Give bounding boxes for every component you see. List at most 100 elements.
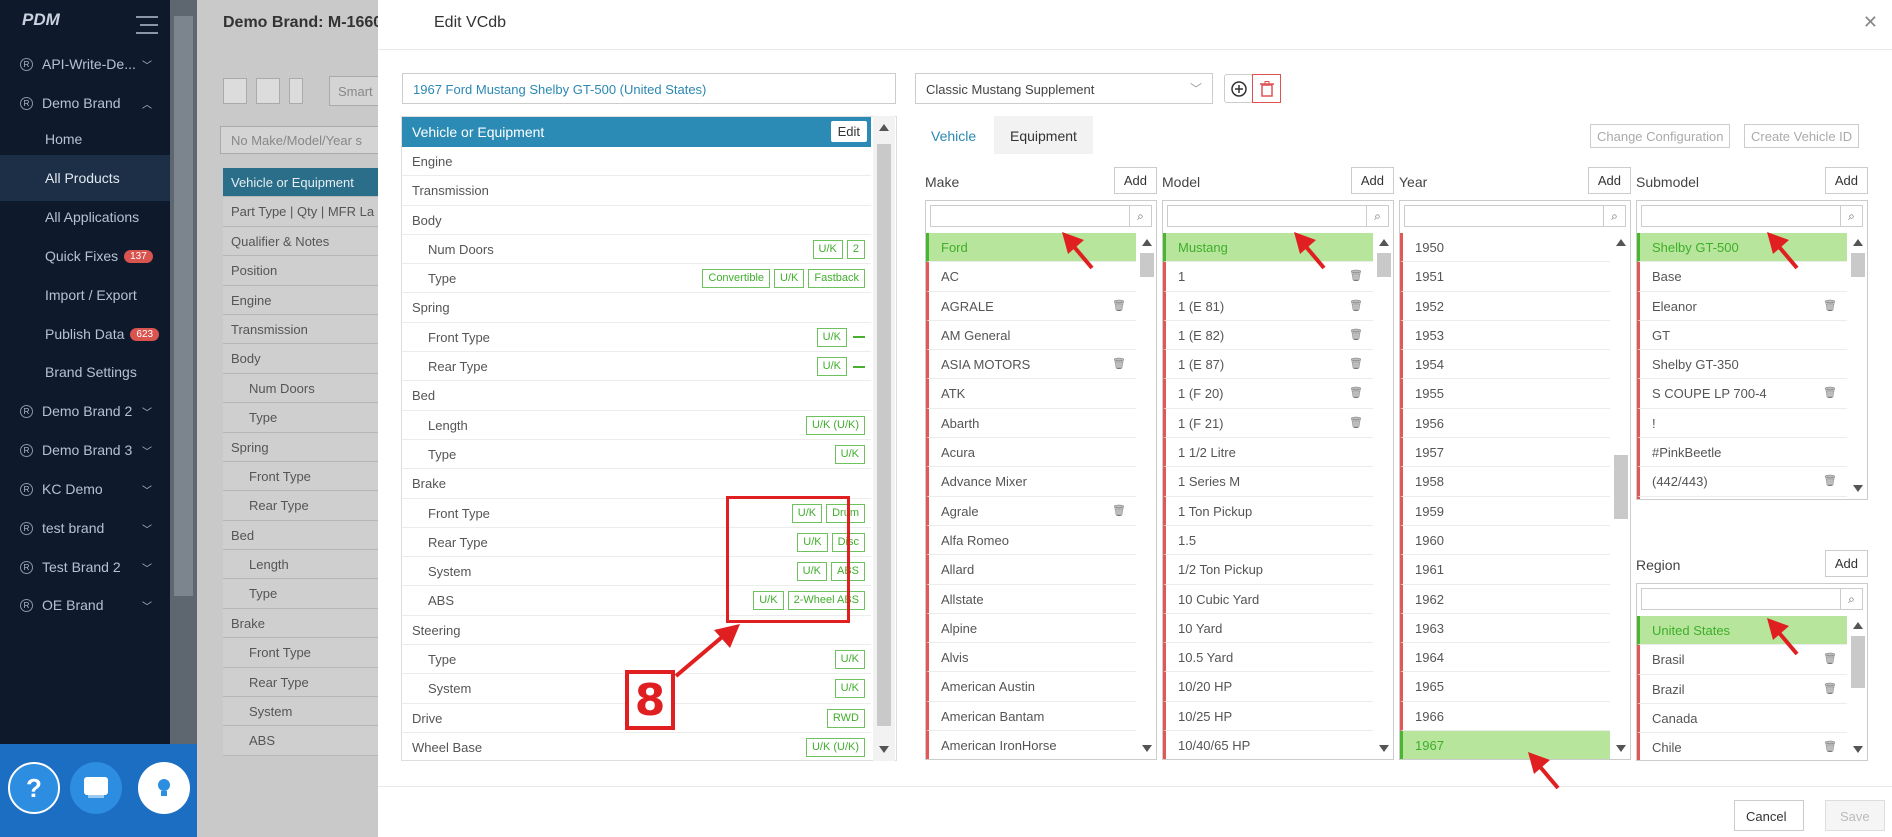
help-icon[interactable]: ? (8, 762, 60, 814)
list-item[interactable]: 1 Series M (1163, 467, 1373, 497)
list-item[interactable]: 10/25 HP (1163, 701, 1373, 732)
trash-icon[interactable]: 🗑 (1349, 357, 1363, 370)
list-item[interactable]: 1955 (1400, 379, 1610, 409)
year-scrollbar[interactable] (1610, 233, 1630, 759)
make-scrollbar[interactable] (1136, 233, 1156, 759)
list-item[interactable]: Alpine (926, 613, 1136, 644)
list-item[interactable]: Advance Mixer (926, 467, 1136, 497)
delete-icon[interactable] (223, 78, 247, 104)
tree-row[interactable]: Length U/K (U/K) (402, 411, 871, 440)
region-scrollbar[interactable] (1847, 616, 1867, 760)
tree-row[interactable]: Body (402, 206, 871, 235)
trash-icon[interactable]: 🗑 (1112, 357, 1126, 370)
list-item[interactable]: ASIA MOTORS 🗑 (926, 350, 1136, 380)
search-icon[interactable]: ⌕ (1603, 206, 1625, 226)
list-item[interactable]: Alfa Romeo (926, 525, 1136, 556)
trash-icon[interactable]: 🗑 (1349, 328, 1363, 341)
list-item[interactable]: 1/2 Ton Pickup (1163, 555, 1373, 585)
scroll-down-icon[interactable] (1142, 745, 1152, 752)
list-item[interactable]: 1956 (1400, 408, 1610, 439)
list-item[interactable]: 1957 (1400, 438, 1610, 468)
trash-icon[interactable]: 🗑 (1112, 299, 1126, 312)
list-item[interactable]: 1960 (1400, 525, 1610, 556)
scroll-thumb[interactable] (1614, 455, 1628, 519)
list-item[interactable]: 1963 (1400, 613, 1610, 644)
list-item[interactable]: Canada (1637, 703, 1847, 734)
list-item[interactable]: Mustang (1163, 233, 1373, 263)
tips-icon[interactable] (138, 762, 190, 814)
scroll-down-icon[interactable] (1379, 745, 1389, 752)
list-item[interactable]: 1966 (1400, 701, 1610, 732)
scroll-down-icon[interactable] (1853, 746, 1863, 753)
list-item[interactable]: Eleanor 🗑 (1637, 291, 1847, 321)
tree-row[interactable]: Type Convertible U/K Fastback (402, 264, 871, 294)
list-item[interactable]: 1962 (1400, 584, 1610, 614)
list-item[interactable]: Alvis (926, 643, 1136, 673)
add-make-button[interactable]: Add (1113, 167, 1157, 194)
list-item[interactable]: 10 Yard (1163, 613, 1373, 644)
list-item[interactable]: S COUPE LP 700-4 🗑 (1637, 379, 1847, 409)
list-item[interactable]: AGRALE 🗑 (926, 291, 1136, 321)
trash-icon[interactable]: 🗑 (1823, 682, 1837, 695)
list-item[interactable]: 1 (E 81) 🗑 (1163, 291, 1373, 321)
value-tag[interactable]: U/K (834, 679, 865, 699)
list-item[interactable]: 1951 (1400, 262, 1610, 292)
edit-button[interactable]: Edit (830, 121, 867, 142)
list-item[interactable]: 1 (E 87) 🗑 (1163, 350, 1373, 380)
add-icon[interactable] (256, 78, 280, 104)
list-item[interactable]: 1965 (1400, 672, 1610, 702)
region-search-input[interactable]: ⌕ (1641, 588, 1863, 610)
list-item[interactable]: Base (1637, 262, 1847, 292)
list-item[interactable]: (442/443) 🗑 (1637, 467, 1847, 497)
close-icon[interactable]: ✕ (1863, 12, 1878, 33)
add-model-button[interactable]: Add (1350, 167, 1394, 194)
list-item[interactable]: 1 🗑 (1163, 262, 1373, 292)
value-tag[interactable]: U/K (816, 357, 847, 377)
scroll-up-icon[interactable] (1853, 622, 1863, 629)
list-item[interactable]: Shelby GT-500 (1637, 233, 1847, 263)
tree-row[interactable]: Type U/K (402, 440, 871, 470)
list-item[interactable]: Allard (926, 555, 1136, 585)
list-item[interactable]: 10.5 Yard (1163, 643, 1373, 673)
list-item[interactable]: GT (1637, 320, 1847, 351)
list-item[interactable]: Shelby GT-350 (1637, 350, 1847, 380)
list-item[interactable]: 1958 (1400, 467, 1610, 497)
menu-toggle-icon[interactable] (136, 16, 158, 34)
list-item[interactable]: 10 Cubic Yard (1163, 584, 1373, 614)
scroll-thumb[interactable] (1851, 253, 1865, 277)
value-tag[interactable]: U/K (U/K) (805, 415, 865, 435)
value-tag[interactable]: U/K (774, 269, 805, 289)
tab-vehicle[interactable]: Vehicle (915, 116, 993, 154)
vehicle-search[interactable]: No Make/Model/Year s (220, 126, 390, 154)
supplement-select[interactable]: Classic Mustang Supplement ﹀ (915, 73, 1213, 104)
trash-icon[interactable]: 🗑 (1823, 740, 1837, 753)
tree-row[interactable]: Bed (402, 381, 871, 411)
list-item[interactable]: American Austin (926, 672, 1136, 702)
list-item[interactable]: #PinkBeetle (1637, 438, 1847, 468)
add-year-button[interactable]: Add (1587, 167, 1631, 194)
value-tag[interactable]: U/K (U/K) (805, 737, 865, 757)
trash-icon[interactable]: 🗑 (1349, 386, 1363, 399)
list-item[interactable]: Allstate (926, 584, 1136, 614)
value-tag[interactable]: Convertible (702, 269, 771, 289)
trash-icon[interactable]: 🗑 (1823, 652, 1837, 665)
list-item[interactable]: Abarth (926, 408, 1136, 439)
smart-search[interactable]: Smart (329, 76, 379, 106)
search-icon[interactable]: ⌕ (1129, 206, 1151, 226)
list-item[interactable]: Brazil 🗑 (1637, 674, 1847, 704)
list-item[interactable]: 1952 (1400, 291, 1610, 321)
list-item[interactable]: ATK (926, 379, 1136, 409)
value-tag[interactable]: Fastback (808, 269, 865, 289)
change-configuration-button[interactable]: Change Configuration (1590, 124, 1731, 148)
model-search-input[interactable]: ⌕ (1167, 205, 1389, 227)
trash-icon[interactable]: 🗑 (1823, 299, 1837, 312)
list-item[interactable]: Acura (926, 438, 1136, 468)
scroll-down-icon[interactable] (1616, 745, 1626, 752)
list-item[interactable]: ! (1637, 408, 1847, 439)
value-tag[interactable]: U/K (816, 327, 847, 347)
scroll-thumb[interactable] (1140, 253, 1154, 277)
scroll-thumb[interactable] (1377, 253, 1391, 277)
nav-item[interactable]: R OE Brand ﹀ (0, 582, 170, 628)
tree-row[interactable]: Transmission (402, 176, 871, 206)
scroll-up-icon[interactable] (1616, 239, 1626, 246)
